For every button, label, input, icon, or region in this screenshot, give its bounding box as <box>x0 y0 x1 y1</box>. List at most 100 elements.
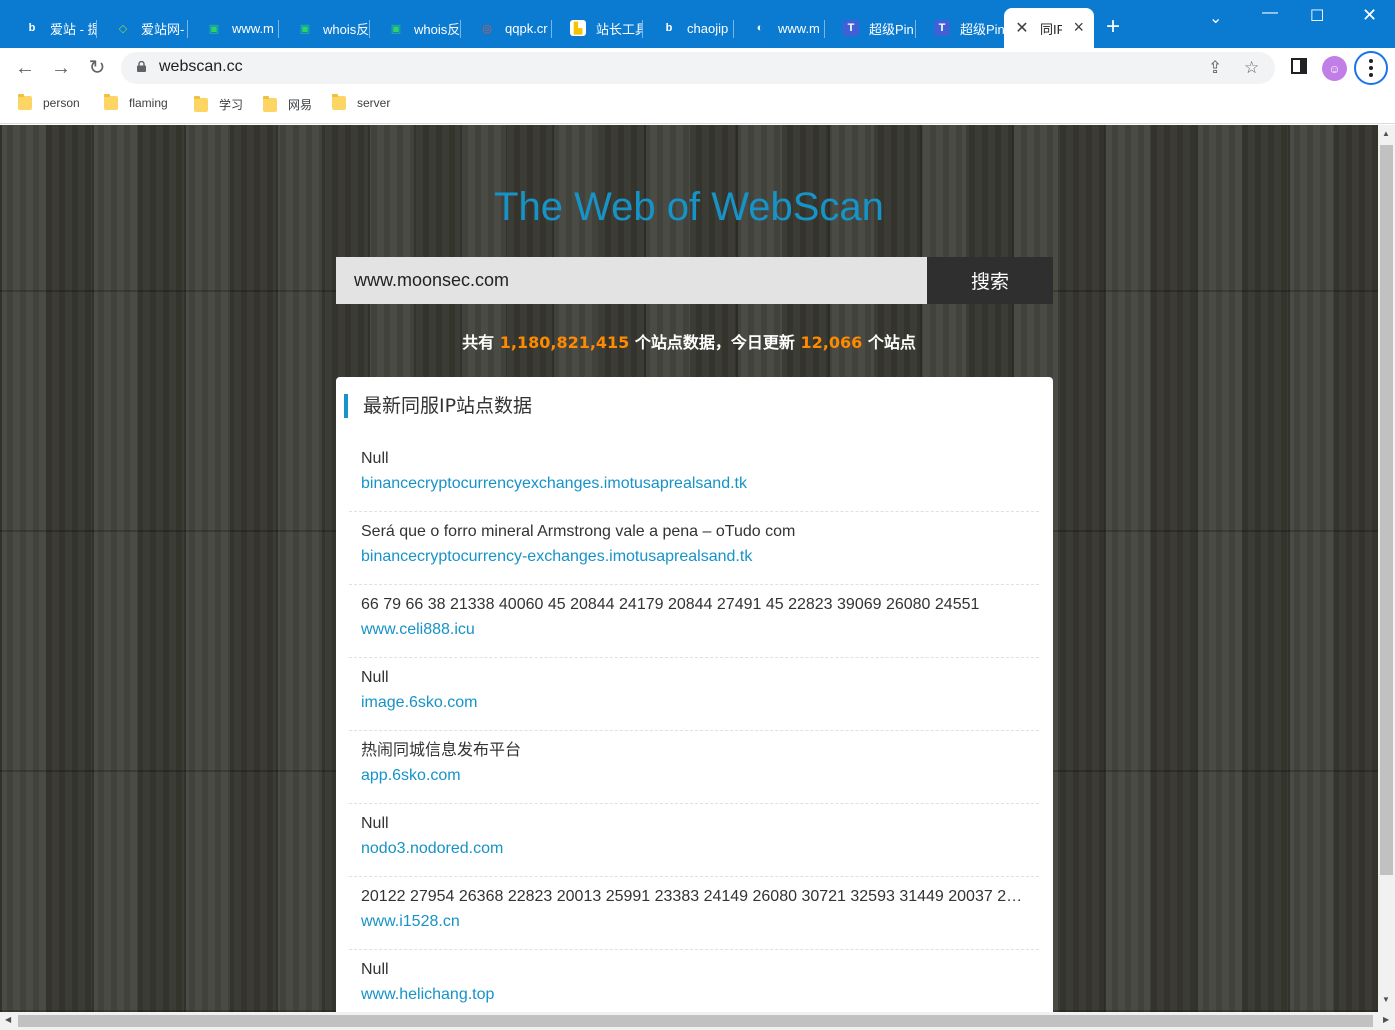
close-tab-icon[interactable]: × <box>1073 17 1084 37</box>
tab-title: qqpk.cr <box>505 20 548 36</box>
forward-button[interactable]: → <box>48 55 74 81</box>
tab-2[interactable]: ◇ 爱站网- <box>97 8 188 48</box>
tab-active[interactable]: ✕ 同IP × <box>1004 8 1094 48</box>
profile-avatar[interactable]: ☺ <box>1322 56 1347 81</box>
stats-total-count: 1,180,821,415 <box>499 333 630 352</box>
bookmark-label: server <box>357 96 391 110</box>
site-title-text: 20122 27954 26368 22823 20013 25991 2338… <box>361 888 1027 905</box>
chinaz-icon: ▣ <box>299 22 311 35</box>
bing-icon: b <box>28 22 36 34</box>
tab-title: 站长工具 <box>596 21 642 37</box>
site-title-text: Null <box>361 815 389 832</box>
horizontal-scrollbar[interactable]: ◀ ▶ <box>0 1012 1395 1030</box>
bing-icon: b <box>665 22 673 34</box>
list-item: 66 79 66 38 21338 40060 45 20844 24179 2… <box>349 585 1039 658</box>
back-button[interactable]: ← <box>12 55 38 81</box>
maximize-button[interactable]: ☐ <box>1310 6 1324 26</box>
bookmark-star-icon[interactable]: ☆ <box>1244 58 1259 78</box>
scroll-left-arrow-icon[interactable]: ◀ <box>5 1015 11 1024</box>
tab-8[interactable]: b chaojip <box>643 8 734 48</box>
folder-icon <box>104 94 118 110</box>
vertical-scrollbar[interactable]: ▲ ▼ <box>1378 125 1395 1012</box>
site-link[interactable]: www.helichang.top <box>361 985 1039 1005</box>
bookmark-label: 网易 <box>288 98 313 112</box>
qqpk-icon: ◎ <box>482 22 492 35</box>
tab-title: whois反 <box>414 21 460 37</box>
site-link[interactable]: www.i1528.cn <box>361 912 1039 932</box>
address-bar[interactable]: webscan.cc ⇪ ☆ <box>121 52 1275 84</box>
list-item: 20122 27954 26368 22823 20013 25991 2338… <box>349 877 1039 950</box>
bookmark-label: person <box>43 96 80 110</box>
site-link[interactable]: binancecryptocurrency-exchanges.imotusap… <box>361 547 1039 567</box>
panel-title: 最新同服IP站点数据 <box>344 394 532 418</box>
scroll-right-arrow-icon[interactable]: ▶ <box>1383 1015 1389 1024</box>
list-item: Null binancecryptocurrencyexchanges.imot… <box>349 439 1039 512</box>
tab-title: www.m <box>778 20 820 36</box>
bookmark-label: flaming <box>129 96 168 110</box>
tab-1[interactable]: b 爱站 - 提 <box>6 8 97 48</box>
tab-title: whois反 <box>323 21 369 37</box>
list-item: Null image.6sko.com <box>349 658 1039 731</box>
bookmark-folder-person[interactable]: person <box>18 94 80 110</box>
moon-icon: ◐ <box>756 22 764 34</box>
site-title: The Web of WebScan <box>494 185 884 229</box>
tab-title: www.m <box>232 20 274 36</box>
side-panel-icon[interactable] <box>1291 58 1307 74</box>
tab-7[interactable]: ▙ 站长工具 <box>552 8 643 48</box>
tool-t-icon: T <box>843 20 859 36</box>
zhanzhang-icon: ▙ <box>570 20 586 36</box>
tab-title: 超级Pin <box>869 21 914 37</box>
chinaz-icon: ▣ <box>390 22 402 35</box>
horizontal-scroll-thumb[interactable] <box>18 1015 1373 1027</box>
new-tab-button[interactable]: + <box>1106 14 1120 40</box>
site-title-text: Null <box>361 450 389 467</box>
search-button[interactable]: 搜索 <box>927 257 1053 304</box>
window-close-button[interactable]: ✕ <box>1362 5 1377 26</box>
bookmark-folder-study[interactable]: 学习 <box>194 95 243 113</box>
tab-11[interactable]: T 超级Pin <box>916 8 1004 48</box>
tab-4[interactable]: ▣ whois反 <box>279 8 370 48</box>
tab-strip: b 爱站 - 提 ◇ 爱站网- ▣ www.m ▣ whois反 ▣ whois… <box>0 0 1395 48</box>
stats-prefix: 共有 <box>462 333 495 352</box>
site-link[interactable]: nodo3.nodored.com <box>361 839 1039 859</box>
tool-t-icon: T <box>934 20 950 36</box>
site-link[interactable]: www.celi888.icu <box>361 620 1039 640</box>
scroll-down-arrow-icon[interactable]: ▼ <box>1382 995 1390 1004</box>
tab-title: 爱站网- <box>141 21 185 37</box>
site-link[interactable]: app.6sko.com <box>361 766 1039 786</box>
folder-icon <box>18 94 32 110</box>
site-title-text: 热闹同城信息发布平台 <box>361 742 522 759</box>
tab-10[interactable]: T 超级Pin <box>825 8 916 48</box>
chinaz-icon: ▣ <box>208 22 220 35</box>
reload-button[interactable]: ↻ <box>84 55 110 81</box>
tab-title: 爱站 - 提 <box>50 21 96 37</box>
folder-icon <box>263 95 277 112</box>
tab-9[interactable]: ◐ www.m <box>734 8 825 48</box>
stats-suffix: 个站点 <box>867 333 916 352</box>
minimize-button[interactable]: — <box>1262 4 1278 22</box>
browser-toolbar: ← → ↻ webscan.cc ⇪ ☆ ☺ <box>0 48 1395 88</box>
url-text[interactable]: webscan.cc <box>159 58 243 76</box>
vertical-scroll-thumb[interactable] <box>1380 145 1393 875</box>
chrome-menu-button[interactable] <box>1354 51 1388 85</box>
bookmark-folder-netease[interactable]: 网易 <box>263 95 313 113</box>
page-viewport: The Web of WebScan 搜索 共有 1,180,821,415 个… <box>0 125 1378 1012</box>
site-title-text: 66 79 66 38 21338 40060 45 20844 24179 2… <box>361 596 980 613</box>
stats-middle: 个站点数据，今日更新 <box>634 333 795 352</box>
tab-3[interactable]: ▣ www.m <box>188 8 279 48</box>
domain-search-input[interactable] <box>336 257 927 304</box>
site-link[interactable]: binancecryptocurrencyexchanges.imotusapr… <box>361 474 1039 494</box>
tab-title: 超级Pin <box>960 21 1004 37</box>
site-title-text: Null <box>361 669 389 686</box>
bookmarks-bar: person flaming 学习 网易 server <box>0 88 1395 124</box>
bookmark-folder-flaming[interactable]: flaming <box>104 94 168 110</box>
scroll-up-arrow-icon[interactable]: ▲ <box>1382 129 1390 138</box>
tab-6[interactable]: ◎ qqpk.cr <box>461 8 552 48</box>
tools-cross-icon: ✕ <box>1015 20 1029 37</box>
share-icon[interactable]: ⇪ <box>1208 58 1222 78</box>
bookmark-folder-server[interactable]: server <box>332 94 391 110</box>
tab-search-icon[interactable]: ⌄ <box>1209 8 1222 28</box>
tab-5[interactable]: ▣ whois反 <box>370 8 461 48</box>
site-title-text: Será que o forro mineral Armstrong vale … <box>361 523 796 540</box>
site-link[interactable]: image.6sko.com <box>361 693 1039 713</box>
